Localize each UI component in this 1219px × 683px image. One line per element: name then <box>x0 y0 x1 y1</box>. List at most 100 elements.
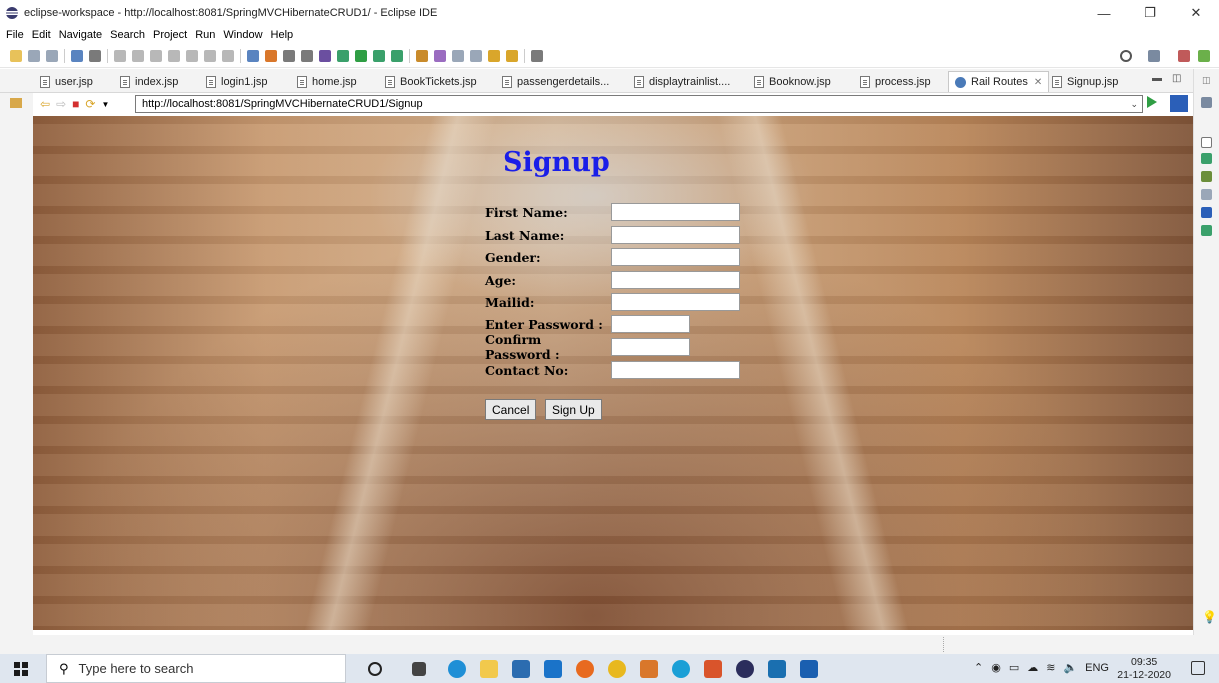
battery-icon[interactable]: ▭ <box>1009 661 1019 674</box>
progress-icon[interactable] <box>1201 225 1212 236</box>
age-input[interactable] <box>611 271 740 289</box>
tab-home-jsp[interactable]: home.jsp <box>297 71 357 92</box>
wifi-icon[interactable]: ≋ <box>1046 661 1055 674</box>
gender-input[interactable] <box>611 248 740 266</box>
tab-booknow-jsp[interactable]: Booknow.jsp <box>754 71 831 92</box>
tab-close-icon[interactable]: ✕ <box>1034 77 1042 88</box>
close-icon[interactable]: ✕ <box>1173 0 1219 26</box>
menu-navigate[interactable]: Navigate <box>59 29 102 41</box>
menu-file[interactable]: File <box>6 29 24 41</box>
task-view-icon[interactable] <box>412 662 426 676</box>
office-icon[interactable] <box>704 660 722 678</box>
tab-booktickets-jsp[interactable]: BookTickets.jsp <box>385 71 477 92</box>
confirm-password-input[interactable] <box>611 338 690 356</box>
taskbar-search[interactable]: ⚲ Type here to search <box>46 654 346 683</box>
forward-arrow-icon[interactable]: ⇨ <box>56 97 66 111</box>
tab-passengerdetails[interactable]: passengerdetails... <box>502 71 609 92</box>
app-icon[interactable] <box>640 660 658 678</box>
open-external-browser-icon[interactable] <box>1170 95 1188 112</box>
maximize-editor-icon[interactable]: ◫ <box>1172 73 1181 84</box>
url-field[interactable]: http://localhost:8081/SpringMVCHibernate… <box>135 95 1143 113</box>
chevron-down-icon[interactable]: ⌄ <box>1130 96 1138 112</box>
volume-icon[interactable]: 🔈 <box>1063 661 1077 674</box>
word-icon[interactable] <box>800 660 818 678</box>
menu-window[interactable]: Window <box>223 29 262 41</box>
snippets-icon[interactable] <box>1201 189 1212 200</box>
tab-index-jsp[interactable]: index.jsp <box>120 71 178 92</box>
open-perspective-icon[interactable] <box>1148 49 1160 62</box>
menu-search[interactable]: Search <box>110 29 145 41</box>
previous-annotation-icon[interactable] <box>470 49 482 62</box>
step-into-icon[interactable] <box>186 49 198 62</box>
chrome-icon[interactable] <box>608 660 626 678</box>
notification-icon[interactable] <box>1191 661 1205 675</box>
forward-icon[interactable] <box>506 49 518 62</box>
tab-user-jsp[interactable]: user.jsp <box>40 71 93 92</box>
step-return-icon[interactable] <box>222 49 234 62</box>
open-task-icon[interactable] <box>434 49 446 62</box>
disconnect-icon[interactable] <box>168 49 180 62</box>
tab-displaytrainlist[interactable]: displaytrainlist.... <box>634 71 730 92</box>
location-icon[interactable]: ◉ <box>991 661 1001 674</box>
refresh-icon[interactable]: ⟳ <box>85 97 95 111</box>
tab-signup-jsp[interactable]: Signup.jsp <box>1052 71 1118 92</box>
mysql-icon[interactable] <box>768 660 786 678</box>
tab-process-jsp[interactable]: process.jsp <box>860 71 931 92</box>
open-type-icon[interactable] <box>416 49 428 62</box>
tab-rail-routes[interactable]: Rail Routes ✕ <box>948 71 1050 92</box>
terminate-icon[interactable] <box>150 49 162 62</box>
java-ee-perspective-icon[interactable] <box>1178 49 1190 62</box>
mailid-input[interactable] <box>611 293 740 311</box>
menu-help[interactable]: Help <box>271 29 294 41</box>
build-icon[interactable] <box>265 49 277 62</box>
data-source-icon[interactable] <box>1201 171 1212 182</box>
cloud-icon[interactable]: ☁ <box>1027 661 1038 674</box>
browser-app-icon[interactable] <box>672 660 690 678</box>
language-indicator[interactable]: ENG <box>1085 662 1109 674</box>
search-icon[interactable] <box>1120 49 1132 62</box>
debug-perspective-icon[interactable] <box>1198 49 1210 62</box>
debug-icon[interactable] <box>337 49 349 62</box>
save-icon[interactable] <box>28 49 40 62</box>
run-last-icon[interactable] <box>373 49 385 62</box>
nav-dropdown-icon[interactable]: ▼ <box>101 100 109 109</box>
menu-project[interactable]: Project <box>153 29 187 41</box>
tab-login1-jsp[interactable]: login1.jsp <box>206 71 267 92</box>
task-list-icon[interactable] <box>1201 137 1212 148</box>
server-icon[interactable] <box>247 49 259 62</box>
last-name-input[interactable] <box>611 226 740 244</box>
back-arrow-icon[interactable]: ⇦ <box>40 97 50 111</box>
back-icon[interactable] <box>488 49 500 62</box>
sign-up-button[interactable]: Sign Up <box>545 399 602 420</box>
settings-icon[interactable] <box>301 49 313 62</box>
menu-run[interactable]: Run <box>195 29 215 41</box>
firefox-icon[interactable] <box>576 660 594 678</box>
stop-icon[interactable]: ■ <box>72 97 79 111</box>
resume-icon[interactable] <box>114 49 126 62</box>
run-icon[interactable] <box>355 49 367 62</box>
save-all-icon[interactable] <box>46 49 58 62</box>
servers-icon[interactable] <box>1201 153 1212 164</box>
clock[interactable]: 09:35 21-12-2020 <box>1117 656 1171 682</box>
next-annotation-icon[interactable] <box>452 49 464 62</box>
minimize-editor-icon[interactable]: ▬ <box>1152 73 1162 84</box>
eclipse-taskbar-icon[interactable] <box>736 660 754 678</box>
edge-browser-icon[interactable] <box>448 660 466 678</box>
wizard-icon[interactable] <box>283 49 295 62</box>
minimize-icon[interactable]: — <box>1081 0 1127 26</box>
file-explorer-icon[interactable] <box>480 660 498 678</box>
windows-start-icon[interactable] <box>14 661 28 676</box>
restore-icon[interactable]: ❐ <box>1127 0 1173 26</box>
mail-icon[interactable] <box>544 660 562 678</box>
cancel-button[interactable]: Cancel <box>485 399 537 420</box>
enter-password-input[interactable] <box>611 315 690 333</box>
pin-editor-icon[interactable] <box>531 49 543 62</box>
lightbulb-icon[interactable]: 💡 <box>1202 610 1217 624</box>
terminal-icon[interactable] <box>71 49 83 62</box>
console-icon[interactable] <box>1201 207 1212 218</box>
restore-view-icon[interactable]: ◫ <box>1202 75 1211 86</box>
cortana-icon[interactable] <box>368 662 382 676</box>
step-over-icon[interactable] <box>204 49 216 62</box>
new-icon[interactable] <box>10 49 22 62</box>
store-icon[interactable] <box>512 660 530 678</box>
